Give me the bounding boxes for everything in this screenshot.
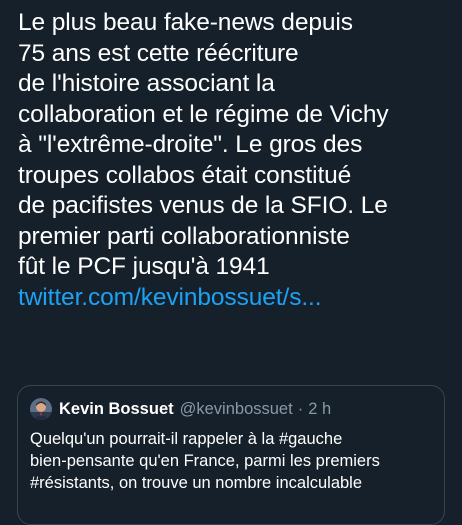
separator-dot: ·	[297, 399, 304, 418]
quoted-author-handle[interactable]: @kevinbossuet	[180, 400, 293, 419]
tweet-text-line: Le plus beau fake-news depuis	[18, 9, 353, 36]
quoted-text-line: Quelqu'un pourrait-il rappeler à la #gau…	[30, 430, 343, 448]
quoted-text-line: bien-pensante qu'en France, parmi les pr…	[30, 452, 380, 470]
tweet-link[interactable]: twitter.com/kevinbossuet/s...	[18, 283, 458, 314]
tweet-text-line: à "l'extrême-droite". Le gros des	[18, 131, 363, 158]
quoted-tweet-header: Kevin Bossuet @kevinbossuet · 2 h	[30, 397, 331, 421]
tweet-text-line: collaboration et le régime de Vichy	[18, 100, 389, 128]
tweet-text-line: 75 ans est cette réécriture	[18, 39, 299, 67]
tweet-text: Le plus beau fake-news depuis 75 ans est…	[18, 8, 458, 313]
quoted-tweet-time[interactable]: 2 h	[308, 400, 331, 419]
tweet-text-line: premier parti collaborationniste	[18, 222, 350, 250]
quoted-tweet-card[interactable]: Kevin Bossuet @kevinbossuet · 2 h Quelqu…	[17, 385, 445, 525]
quoted-tweet-text: Quelqu'un pourrait-il rappeler à la #gau…	[30, 428, 440, 494]
user-avatar-icon	[30, 398, 52, 420]
tweet-text-line: de l'histoire associant la	[18, 70, 275, 97]
avatar[interactable]	[30, 398, 52, 420]
tweet-text-line: troupes collabos était constitué	[18, 161, 352, 189]
tweet-text-line: de pacifistes venus de la SFIO. Le	[18, 192, 388, 219]
quoted-author-name[interactable]: Kevin Bossuet	[59, 400, 174, 419]
quoted-text-line: #résistants, on trouve un nombre incalcu…	[30, 474, 363, 492]
tweet-text-line: fût le PCF jusqu'à 1941	[18, 253, 270, 280]
